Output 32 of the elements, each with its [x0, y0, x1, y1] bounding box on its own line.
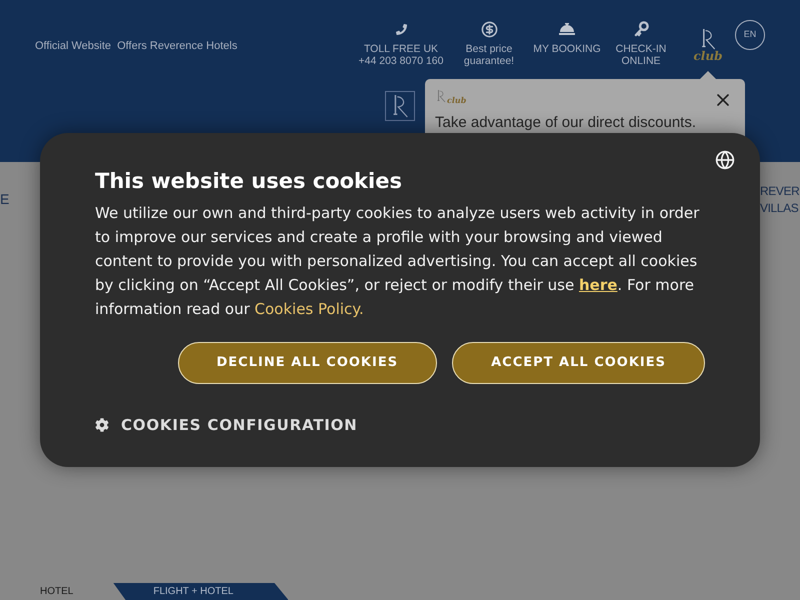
cookie-notice-text: We utilize our own and third-party cookies to analyze users web activity in order to improve our services and create a profile with your browsing and viewed content to provide you with personalized advertising. You can accept all cookies by clicking on “Accept All Cookies”, or reject or modify their use here. For more information read our Cookies Policy. — [95, 203, 700, 320]
tagline: Official Website Offers Reverence Hotels — [35, 40, 238, 53]
nav-item[interactable]: REVER VILLAS — [760, 183, 800, 217]
booking-tab[interactable]: HOTEL — [0, 583, 114, 600]
nav-item[interactable]: E — [0, 191, 10, 208]
link-label: TOLL FREE UK +44 203 8070 160 — [358, 43, 444, 67]
dollar-coin-icon — [480, 20, 498, 38]
dialog-title: This website uses cookies — [95, 168, 403, 195]
cookies-configuration-button[interactable]: COOKIES CONFIGURATION — [95, 415, 358, 435]
link-label: Best price guarantee! — [464, 43, 514, 67]
phone-icon — [396, 24, 406, 34]
link-label: MY BOOKING — [533, 43, 601, 55]
toll-free-link[interactable]: TOLL FREE UK +44 203 8070 160 — [355, 20, 447, 67]
gear-icon — [95, 418, 109, 432]
cookie-choice-button[interactable]: DECLINE ALL COOKIES — [178, 342, 438, 384]
service-bell-icon — [557, 21, 577, 37]
popup-message: Take advantage of our direct discounts. — [435, 114, 697, 132]
here-link[interactable]: here — [578, 276, 618, 294]
club-logo: club — [435, 87, 466, 105]
key-icon — [634, 21, 648, 37]
booking-tab[interactable]: FLIGHT + HOTEL — [113, 583, 288, 600]
check-in-link[interactable]: CHECK-IN ONLINE — [613, 20, 669, 67]
cookie-choice-button[interactable]: ACCEPT ALL COOKIES — [452, 342, 705, 384]
language-button[interactable]: EN — [735, 20, 765, 50]
best-price-link[interactable]: Best price guarantee! — [457, 20, 521, 67]
club-logo-link[interactable]: club — [691, 28, 725, 62]
language-globe-icon[interactable] — [715, 150, 735, 170]
link-label: CHECK-IN ONLINE — [616, 43, 666, 67]
monogram-icon — [435, 87, 447, 105]
my-booking-link[interactable]: MY BOOKING — [531, 20, 603, 55]
cookies-policy-link[interactable]: Cookies Policy. — [254, 300, 364, 318]
monogram-logo-icon[interactable] — [385, 91, 415, 121]
